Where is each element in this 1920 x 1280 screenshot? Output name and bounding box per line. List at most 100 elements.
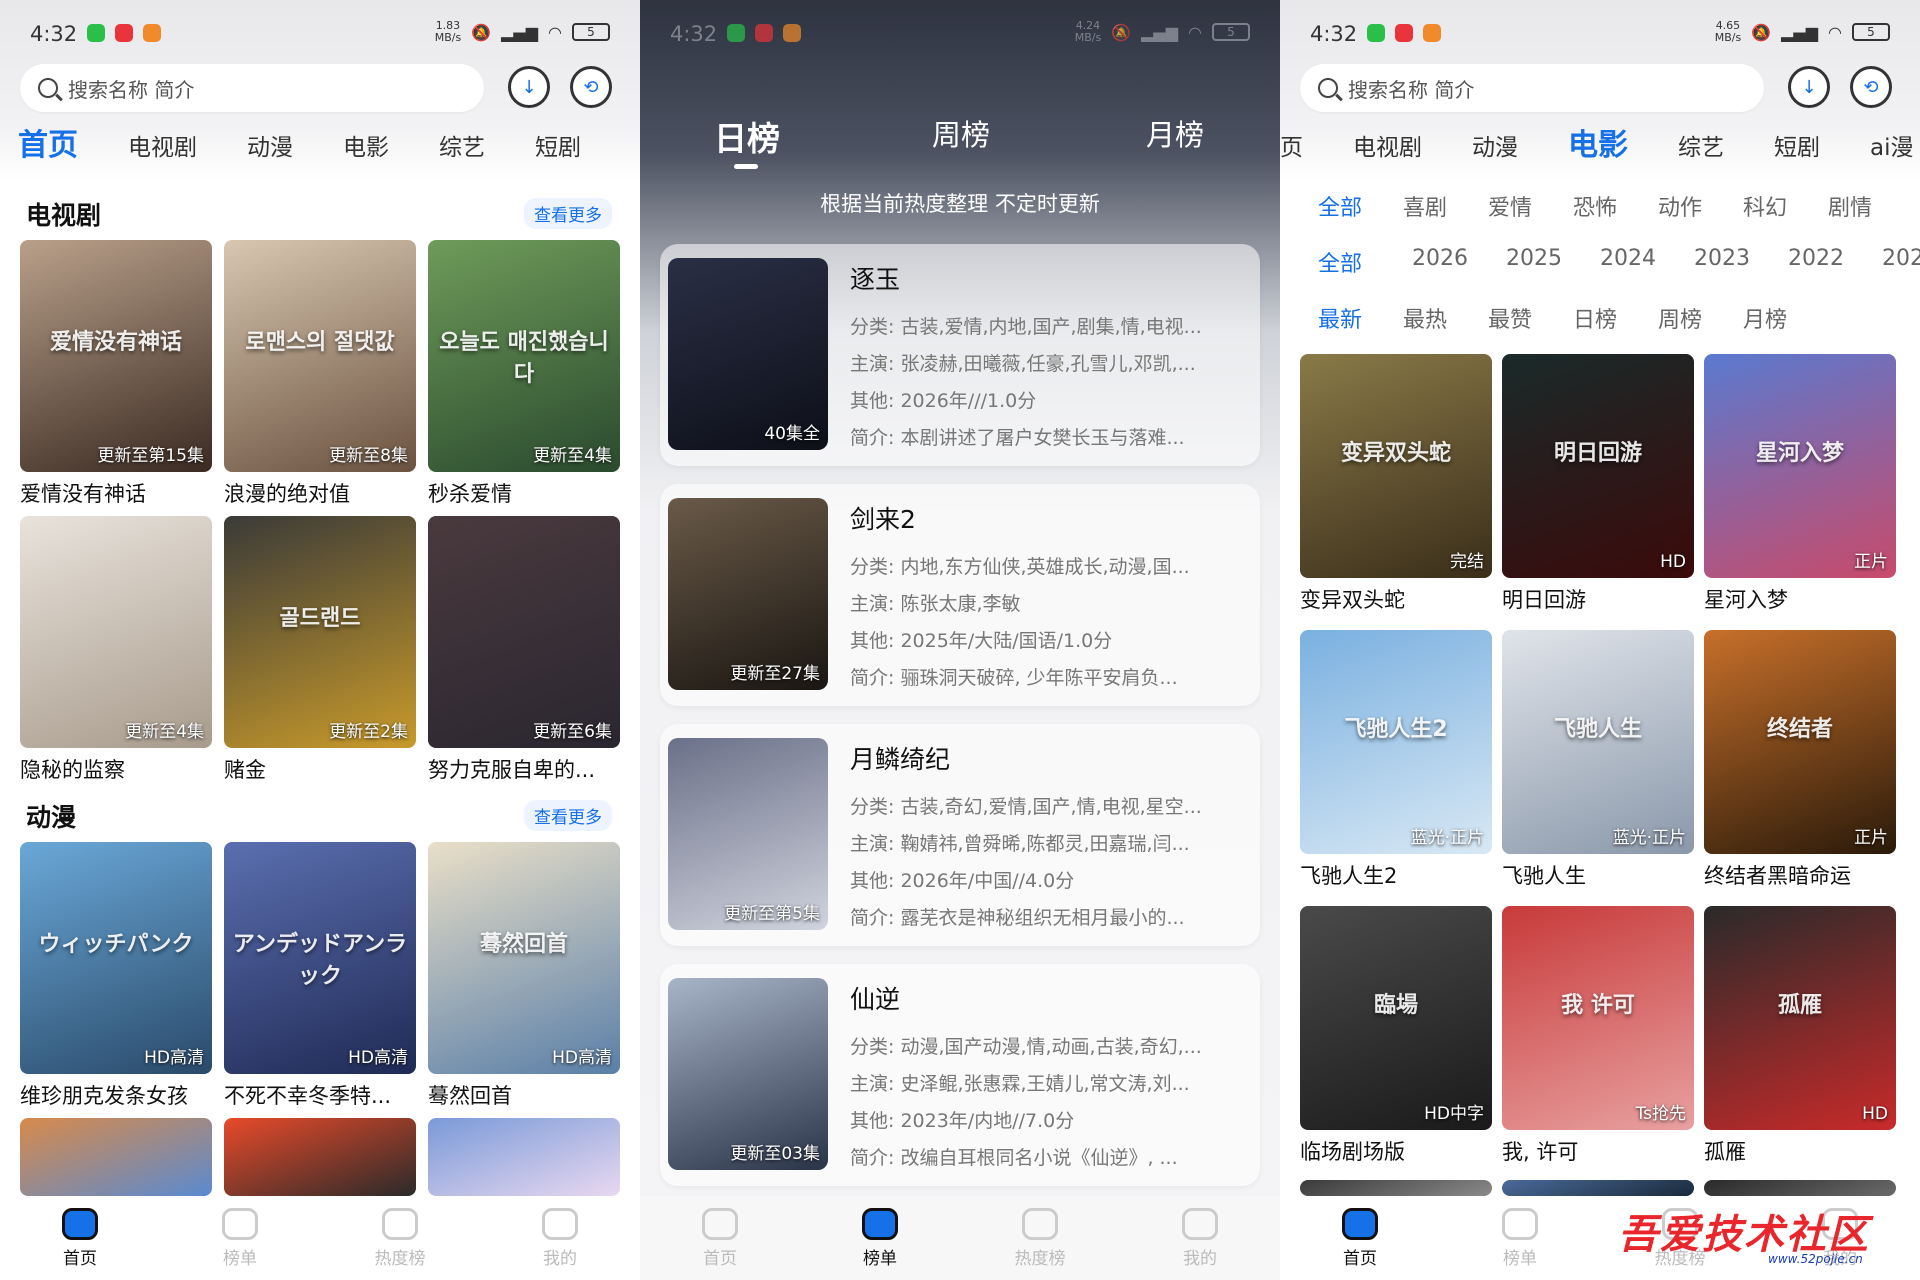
poster-card[interactable]: 飞驰人生 蓝光·正片 飞驰人生 <box>1502 630 1694 890</box>
chart-icon <box>862 1207 898 1240</box>
ranking-item[interactable]: 40集全 逐玉 分类: 古装,爱情,内地,国产,剧集,情,电视... 主演: 张凌赫,… <box>660 244 1260 466</box>
genre-filter-option[interactable]: 全部 <box>1318 190 1362 222</box>
poster-card[interactable]: 爱情没有神话 更新至第15集 爱情没有神话 <box>20 240 212 508</box>
tab-tv[interactable]: 电视剧 <box>1353 128 1422 162</box>
mute-icon: 🔕 <box>1111 22 1132 42</box>
poster-card[interactable]: ウィッチパンク HD高清 维珍朋克发条女孩 <box>20 842 212 1110</box>
poster-card-title: 隐秘的监察 <box>20 758 125 782</box>
poster-card[interactable]: 变异双头蛇 完结 变异双头蛇 <box>1300 354 1492 614</box>
poster-card[interactable]: 我 许可 Ts抢先 我, 许可 <box>1502 906 1694 1166</box>
poster-image[interactable] <box>1502 1180 1694 1196</box>
poster-image[interactable] <box>1704 1180 1896 1196</box>
tab-monthly[interactable]: 月榜 <box>1146 112 1204 154</box>
ranking-item[interactable]: 更新至第5集 月鳞绮纪 分类: 古装,奇幻,爱情,国产,情,电视,星空... 主演: … <box>660 724 1260 946</box>
poster-card[interactable]: 孤雁 HD 孤雁 <box>1704 906 1896 1166</box>
genre-filter-option[interactable]: 科幻 <box>1743 190 1787 222</box>
poster-image[interactable] <box>428 1118 620 1196</box>
tab-tv[interactable]: 电视剧 <box>128 128 197 162</box>
hot-icon <box>382 1207 418 1240</box>
poster-image: 更新至27集 <box>668 498 828 690</box>
poster-card[interactable]: 蓦然回首 HD高清 蓦然回首 <box>428 842 620 1110</box>
poster-title-art: 我 许可 <box>1561 992 1635 1018</box>
mute-icon: 🔕 <box>1751 22 1772 42</box>
poster-image[interactable] <box>1300 1180 1492 1196</box>
year-filter-option[interactable]: 全部 <box>1318 246 1362 278</box>
chart-icon <box>222 1207 258 1240</box>
download-icon[interactable]: ↓ <box>1788 66 1830 108</box>
poster-image: ウィッチパンク HD高清 <box>20 842 212 1074</box>
year-filter-option[interactable]: 2023 <box>1694 246 1750 271</box>
ranking-item[interactable]: 更新至03集 仙逆 分类: 动漫,国产动漫,情,动画,古装,奇幻,... 主演: 史泽… <box>660 964 1260 1186</box>
app-notification-icon <box>143 24 161 42</box>
nav-hot[interactable]: 热度榜 <box>340 1207 460 1269</box>
poster-card[interactable]: 星河入梦 正片 星河入梦 <box>1704 354 1896 614</box>
tab-daily[interactable]: 日榜 <box>714 112 780 160</box>
nav-home[interactable]: 首页 <box>660 1207 780 1269</box>
poster-card[interactable]: 明日回游 HD 明日回游 <box>1502 354 1694 614</box>
sort-filter-option[interactable]: 最新 <box>1318 302 1362 334</box>
poster-card[interactable]: 终结者 正片 终结者黑暗命运 <box>1704 630 1896 890</box>
genre-filter-option[interactable]: 爱情 <box>1488 190 1532 222</box>
download-icon[interactable]: ↓ <box>508 66 550 108</box>
user-icon <box>542 1207 578 1240</box>
tab-variety[interactable]: 综艺 <box>439 128 485 162</box>
year-filter-option[interactable]: 202 <box>1882 246 1920 271</box>
history-icon[interactable]: ⟲ <box>570 66 612 108</box>
tab-short-drama[interactable]: 短剧 <box>1774 128 1820 162</box>
poster-card[interactable]: アンデッドアンラック HD高清 不死不幸冬季特... <box>224 842 416 1110</box>
sort-filter-option[interactable]: 日榜 <box>1573 302 1617 334</box>
year-filter-option[interactable]: 2024 <box>1600 246 1656 271</box>
sort-filter-option[interactable]: 最赞 <box>1488 302 1532 334</box>
genre-filter-option[interactable]: 动作 <box>1658 190 1702 222</box>
poster-image[interactable] <box>20 1118 212 1196</box>
tab-anime[interactable]: 动漫 <box>1472 128 1518 162</box>
see-more-button[interactable]: 查看更多 <box>524 800 612 831</box>
sort-filter-option[interactable]: 最热 <box>1403 302 1447 334</box>
year-filter-option[interactable]: 2025 <box>1506 246 1562 271</box>
year-filter-option[interactable]: 2022 <box>1788 246 1844 271</box>
episode-badge: 正片 <box>1854 828 1888 848</box>
sort-filter-option[interactable]: 周榜 <box>1658 302 1702 334</box>
nav-label: 榜单 <box>863 1248 897 1269</box>
tab-movie[interactable]: 电影 <box>343 128 389 162</box>
network-speed: 4.24 MB/s <box>1074 19 1102 44</box>
see-more-button[interactable]: 查看更多 <box>524 198 612 229</box>
tab-anime[interactable]: 动漫 <box>247 128 293 162</box>
app-notification-icon <box>755 24 773 42</box>
ranking-item[interactable]: 更新至27集 剑来2 分类: 内地,东方仙侠,英雄成长,动漫,国... 主演: 陈张太… <box>660 484 1260 706</box>
history-icon[interactable]: ⟲ <box>1850 66 1892 108</box>
poster-title-art: 孤雁 <box>1777 992 1822 1018</box>
tab-home[interactable]: 首页 <box>18 120 78 164</box>
poster-image[interactable] <box>224 1118 416 1196</box>
nav-label: 热度榜 <box>374 1248 426 1269</box>
nav-ranking[interactable]: 榜单 <box>820 1207 940 1269</box>
poster-card[interactable]: 골드랜드 更新至2集 赌金 <box>224 516 416 784</box>
poster-card[interactable]: 臨場 HD中字 临场剧场版 <box>1300 906 1492 1166</box>
genre-filter-option[interactable]: 剧情 <box>1828 190 1872 222</box>
nav-home[interactable]: 首页 <box>1300 1207 1420 1269</box>
nav-ranking[interactable]: 榜单 <box>180 1207 300 1269</box>
nav-hot[interactable]: 热度榜 <box>980 1207 1100 1269</box>
genre-filter-option[interactable]: 喜剧 <box>1403 190 1447 222</box>
genre-filter-option[interactable]: 恐怖 <box>1573 190 1617 222</box>
poster-card[interactable]: 로맨스의 절댓값 更新至8集 浪漫的绝对值 <box>224 240 416 508</box>
poster-card[interactable]: 오늘도 매진했습니다 更新至4集 秒杀爱情 <box>428 240 620 508</box>
tab-weekly[interactable]: 周榜 <box>932 112 990 154</box>
nav-home[interactable]: 首页 <box>20 1207 140 1269</box>
nav-ranking[interactable]: 榜单 <box>1460 1207 1580 1269</box>
tab-variety[interactable]: 综艺 <box>1678 128 1724 162</box>
tab-home[interactable]: 页 <box>1280 128 1303 162</box>
nav-mine[interactable]: 我的 <box>1140 1207 1260 1269</box>
nav-mine[interactable]: 我的 <box>500 1207 620 1269</box>
intro-line: 简介: 本剧讲述了屠户女樊长玉与落难... <box>850 427 1185 449</box>
sort-filter-option[interactable]: 月榜 <box>1743 302 1787 334</box>
search-input[interactable]: 搜索名称 简介 <box>20 64 484 112</box>
tab-movie[interactable]: 电影 <box>1568 120 1628 164</box>
tab-short-drama[interactable]: 短剧 <box>535 128 581 162</box>
poster-card[interactable]: 更新至4集 隐秘的监察 <box>20 516 212 784</box>
tab-ai-comic[interactable]: ai漫 <box>1870 128 1913 162</box>
poster-card[interactable]: 飞驰人生2 蓝光·正片 飞驰人生2 <box>1300 630 1492 890</box>
year-filter-option[interactable]: 2026 <box>1412 246 1468 271</box>
search-input[interactable]: 搜索名称 简介 <box>1300 64 1764 112</box>
poster-card[interactable]: 更新至6集 努力克服自卑的... <box>428 516 620 784</box>
